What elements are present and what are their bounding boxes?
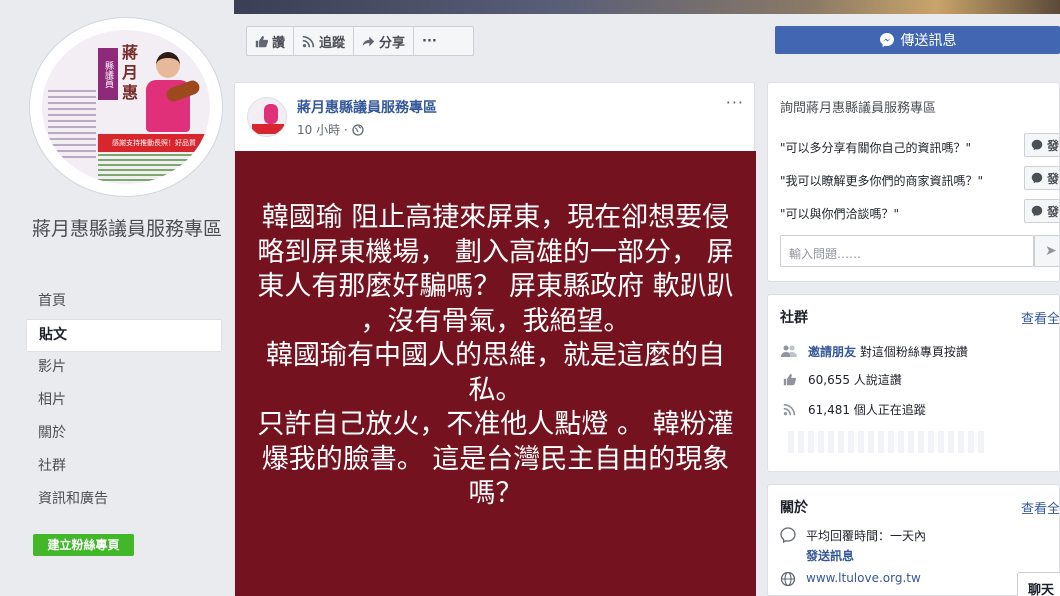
nav-item-posts[interactable]: 貼文 <box>26 319 222 352</box>
avatar-banner: 感謝支持推動長照！好品質 <box>98 134 210 152</box>
response-time-row: 平均回覆時間：一天內 發送訊息 <box>780 527 926 564</box>
nav-item-about[interactable]: 關於 <box>26 418 222 451</box>
send-message-button[interactable]: 傳送訊息 <box>775 26 1060 54</box>
question-text: "我可以瞭解更多你們的商家資訊嗎？" <box>780 174 984 188</box>
page-nav: 首頁 貼文 影片 相片 關於 社群 資訊和廣告 <box>26 286 222 517</box>
ask-card-title: 詢問蔣月惠縣議員服務專區 <box>780 101 937 116</box>
invite-friends-link[interactable]: 邀請朋友 <box>808 345 856 359</box>
more-options-button[interactable]: ··· <box>414 27 445 55</box>
blurred-friend-faces <box>788 431 988 453</box>
post-more-options[interactable]: ··· <box>726 93 744 112</box>
nav-item-videos[interactable]: 影片 <box>26 352 222 385</box>
rss-follow-icon <box>302 35 315 48</box>
ask-button-label: 發問 <box>1047 204 1060 219</box>
share-arrow-icon <box>362 35 375 48</box>
chat-tab[interactable]: 聊天 <box>1017 572 1060 596</box>
ask-question-button[interactable]: 發問 <box>1024 166 1060 190</box>
follow-label: 追蹤 <box>319 35 346 51</box>
about-title: 關於 <box>780 500 808 516</box>
page-avatar[interactable]: 縣議員 蔣月惠 感謝支持推動長照！好品質 <box>30 18 222 196</box>
messenger-icon <box>1031 139 1043 151</box>
messenger-icon <box>879 32 895 48</box>
avatar-poster-text <box>48 90 96 160</box>
messenger-icon <box>1031 205 1043 217</box>
nav-item-photos[interactable]: 相片 <box>26 385 222 418</box>
suggested-question: "我可以瞭解更多你們的商家資訊嗎？" 發問 <box>780 166 1060 192</box>
globe-icon <box>352 123 364 136</box>
avatar-tag: 縣議員 <box>98 48 118 100</box>
rss-follow-icon <box>780 403 798 416</box>
suggested-question: "可以與你們洽談嗎？" 發問 <box>780 199 1060 225</box>
follow-button[interactable]: 追蹤 <box>294 27 355 55</box>
avatar-name: 蔣月惠 <box>119 44 138 104</box>
send-message-link[interactable]: 發送訊息 <box>806 547 926 564</box>
thumbs-up-icon <box>780 373 798 386</box>
community-title: 社群 <box>780 310 808 326</box>
nav-item-home[interactable]: 首頁 <box>26 286 222 319</box>
website-row: www.ltulove.org.tw <box>780 571 921 587</box>
response-time-text: 平均回覆時間：一天內 <box>806 529 927 543</box>
ask-button-label: 發問 <box>1047 171 1060 186</box>
share-button[interactable]: 分享 <box>354 27 415 55</box>
avatar-poster-footer <box>98 154 210 184</box>
create-page-button[interactable]: 建立粉絲專頁 <box>33 534 134 556</box>
ask-page-card: 詢問蔣月惠縣議員服務專區 "可以多分享有關你自己的資訊嗎？" 發問 "我可以瞭解… <box>767 82 1060 282</box>
post-author-name[interactable]: 蔣月惠縣議員服務專區 <box>297 97 437 117</box>
follows-row: 61,481 個人正在追蹤 <box>780 399 926 419</box>
avatar-poster: 縣議員 蔣月惠 感謝支持推動長照！好品質 <box>42 30 210 184</box>
suggested-question: "可以多分享有關你自己的資訊嗎？" 發問 <box>780 133 1060 159</box>
post-author-avatar[interactable] <box>247 97 287 137</box>
invite-friends-row: 邀請朋友 對這個粉絲專頁按讚 <box>780 341 968 361</box>
question-text: "可以與你們洽談嗎？" <box>780 207 900 221</box>
community-card: 社群 查看全部 邀請朋友 對這個粉絲專頁按讚 60,655 人說這讚 61,48… <box>767 294 1060 472</box>
messenger-icon <box>1031 172 1043 184</box>
globe-icon <box>780 571 796 587</box>
question-input[interactable]: 輸入問題…… <box>780 235 1034 267</box>
likes-row: 60,655 人說這讚 <box>780 369 902 389</box>
community-see-all-link[interactable]: 查看全部 <box>1021 308 1059 327</box>
post-text-body: 韓國瑜 阻止高捷來屏東，現在卻想要侵略到屏東機場， 劃入高雄的一部分， 屏東人有… <box>235 151 756 596</box>
like-button[interactable]: 讚 <box>247 27 295 55</box>
avatar-person <box>138 46 202 132</box>
left-sidebar: 縣議員 蔣月惠 感謝支持推動長照！好品質 蔣月惠縣議員服務專區 首頁 貼文 影片… <box>0 0 234 596</box>
post-card: 蔣月惠縣議員服務專區 10 小時 · ··· 韓國瑜 阻止高捷來屏東，現在卻想要… <box>234 82 756 596</box>
nav-item-community[interactable]: 社群 <box>26 451 222 484</box>
ask-question-button[interactable]: 發問 <box>1024 199 1060 223</box>
about-see-all-link[interactable]: 查看全部 <box>1021 498 1059 517</box>
send-arrow-icon[interactable]: ➤ <box>1034 235 1059 267</box>
page-title[interactable]: 蔣月惠縣議員服務專區 <box>32 216 222 242</box>
share-label: 分享 <box>379 35 406 51</box>
follows-count: 61,481 個人正在追蹤 <box>808 402 926 417</box>
likes-count: 60,655 人說這讚 <box>808 372 902 387</box>
thumbs-up-icon <box>255 35 268 48</box>
post-timestamp[interactable]: 10 小時 · <box>297 121 348 138</box>
invite-text: 對這個粉絲專頁按讚 <box>859 344 968 359</box>
ask-button-label: 發問 <box>1047 138 1060 153</box>
like-label: 讚 <box>272 35 286 51</box>
people-icon <box>780 345 798 357</box>
send-message-label: 傳送訊息 <box>900 33 957 49</box>
ask-question-button[interactable]: 發問 <box>1024 133 1060 157</box>
post-meta: 10 小時 · <box>297 121 364 138</box>
website-link[interactable]: www.ltulove.org.tw <box>806 571 921 587</box>
nav-item-info-ads[interactable]: 資訊和廣告 <box>26 484 222 517</box>
question-text: "可以多分享有關你自己的資訊嗎？" <box>780 141 972 155</box>
cover-photo-strip[interactable] <box>234 0 1060 14</box>
page-action-bar: 讚 追蹤 分享 ··· <box>246 26 474 56</box>
messenger-outline-icon <box>780 527 796 564</box>
